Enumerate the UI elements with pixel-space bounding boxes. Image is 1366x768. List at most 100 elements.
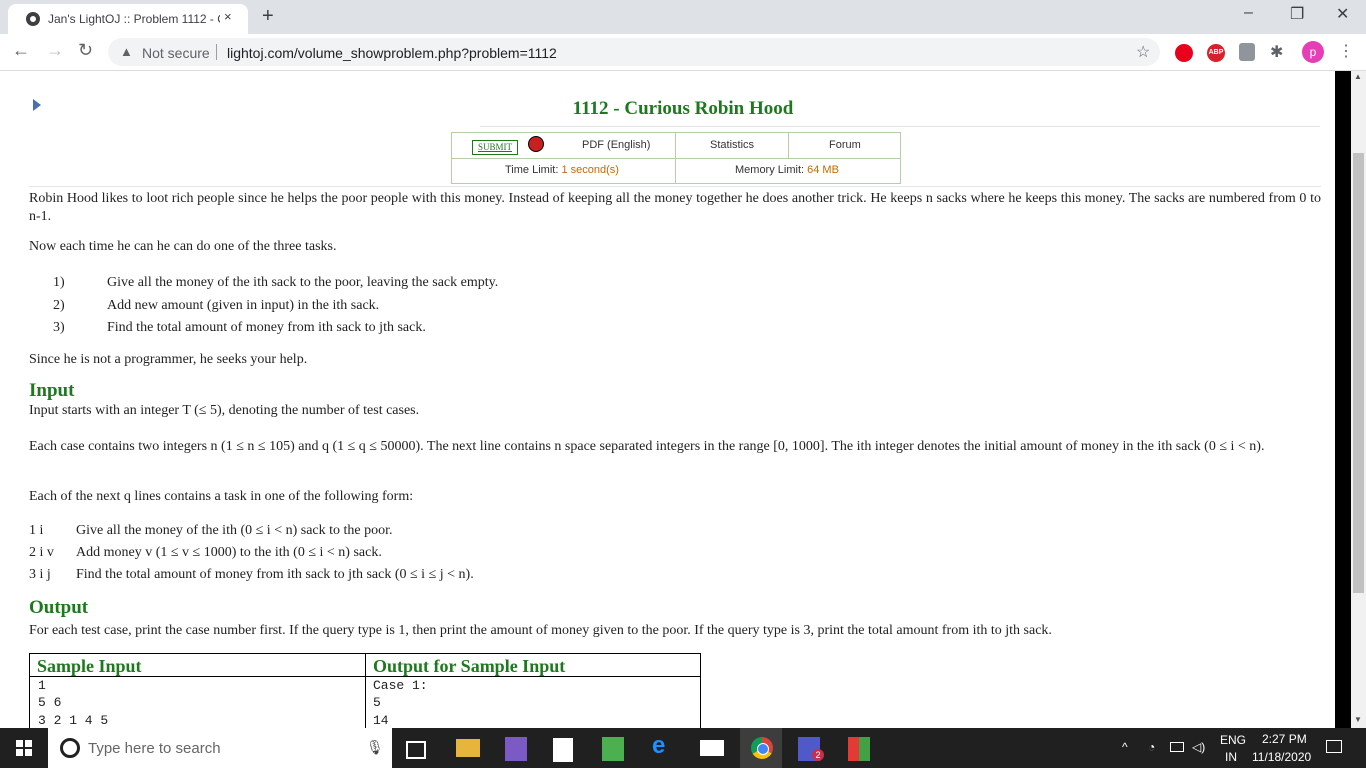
help-text: Since he is not a programmer, he seeks y… xyxy=(29,352,308,367)
sample-input-header: Sample Input xyxy=(37,656,142,676)
info-divider xyxy=(788,133,789,158)
teams-icon[interactable]: 2 xyxy=(798,737,824,761)
teams-badge: 2 xyxy=(812,749,824,761)
vertical-scrollbar[interactable]: ▲ ▼ xyxy=(1351,71,1366,728)
notification-icon[interactable] xyxy=(1326,740,1342,753)
output-line-1: For each test case, print the case numbe… xyxy=(29,623,1052,638)
chrome-taskbar-active[interactable] xyxy=(740,728,782,768)
maximize-button[interactable]: ❐ xyxy=(1290,4,1304,24)
time-limit-value: 1 second(s) xyxy=(561,164,619,176)
reload-button[interactable]: ↻ xyxy=(78,40,93,61)
tab-strip: Jan's LightOJ :: Problem 1112 - C × + – … xyxy=(0,0,1366,34)
minimize-button[interactable]: – xyxy=(1244,4,1253,22)
edge-browser-icon[interactable]: e xyxy=(652,732,676,759)
tab-title: Jan's LightOJ :: Problem 1112 - C xyxy=(48,12,220,26)
input-line-2: Each case contains two integers n (1 ≤ n… xyxy=(29,439,1265,454)
browser-menu-icon[interactable]: ⋮ xyxy=(1338,41,1354,61)
input-heading: Input xyxy=(29,380,75,401)
memory-limit-value: 64 MB xyxy=(807,164,839,176)
task-view-icon[interactable] xyxy=(406,741,426,759)
notepad-plus-icon[interactable] xyxy=(602,737,624,761)
clock-date[interactable]: 11/18/2020 xyxy=(1252,750,1311,764)
app-grid-icon[interactable] xyxy=(848,737,870,761)
form-text: Find the total amount of money from ith … xyxy=(76,567,474,582)
submit-button[interactable]: SUBMIT xyxy=(472,140,518,155)
pdf-link[interactable]: PDF (English) xyxy=(582,139,650,151)
output-heading: Output xyxy=(29,597,89,618)
task-number: 1) xyxy=(53,275,65,290)
battery-icon[interactable] xyxy=(1170,742,1184,752)
info-divider xyxy=(452,158,900,159)
omnibox-divider xyxy=(216,44,217,60)
volume-icon[interactable]: ◁) xyxy=(1192,740,1205,754)
cortana-circle-icon xyxy=(60,738,80,758)
site-favicon-icon xyxy=(26,12,40,26)
forward-button[interactable]: → xyxy=(46,40,64,61)
visual-studio-icon[interactable] xyxy=(505,737,527,761)
stop-extension-icon[interactable] xyxy=(1175,44,1193,62)
sample-header-divider xyxy=(30,676,700,677)
tab-close-icon[interactable]: × xyxy=(224,9,232,24)
language-bottom[interactable]: IN xyxy=(1225,750,1237,764)
statistics-link[interactable]: Statistics xyxy=(710,139,754,151)
windows-start-icon[interactable] xyxy=(16,740,32,756)
input-line-3: Each of the next q lines contains a task… xyxy=(29,489,414,504)
network-icon[interactable]: ◔ xyxy=(1148,740,1155,754)
form-code: 1 i xyxy=(29,523,44,538)
file-explorer-icon[interactable] xyxy=(456,739,480,757)
sample-output-line: Case 1: xyxy=(373,678,428,693)
extensions-puzzle-icon[interactable]: ✱ xyxy=(1270,42,1288,61)
language-top[interactable]: ENG xyxy=(1220,733,1246,747)
statement-intro: Robin Hood likes to loot rich people sin… xyxy=(29,191,1321,224)
task-text: Give all the money of the ith sack to th… xyxy=(107,275,499,290)
sample-input-line: 5 6 xyxy=(38,695,62,710)
browser-tab[interactable]: Jan's LightOJ :: Problem 1112 - C × xyxy=(8,4,248,34)
form-code: 3 i j xyxy=(29,567,51,582)
bookmark-star-icon[interactable]: ☆ xyxy=(1136,42,1150,62)
tasks-intro: Now each time he can he can do one of th… xyxy=(29,239,337,254)
back-button[interactable]: ← xyxy=(12,40,30,61)
sample-column-divider xyxy=(365,654,366,728)
task-text: Find the total amount of money from ith … xyxy=(107,320,426,335)
form-text: Add money v (1 ≤ v ≤ 1000) to the ith (0… xyxy=(76,545,382,560)
sample-output-line: 5 xyxy=(373,695,381,710)
close-window-button[interactable]: ✕ xyxy=(1336,4,1349,24)
page-viewport: 1112 - Curious Robin Hood SUBMIT PDF (En… xyxy=(0,71,1351,728)
windows-taskbar: Type here to search 🎙 e 2 ^ ◔ ◁) ENG IN … xyxy=(0,728,1366,768)
task-number: 3) xyxy=(53,320,65,335)
input-line-1: Input starts with an integer T (≤ 5), de… xyxy=(29,403,420,418)
sample-output-header: Output for Sample Input xyxy=(373,656,566,676)
tray-chevron-icon[interactable]: ^ xyxy=(1122,740,1128,754)
problem-title: 1112 - Curious Robin Hood xyxy=(572,98,794,119)
problem-info-box: SUBMIT PDF (English) Statistics Forum Ti… xyxy=(451,132,901,184)
forum-link[interactable]: Forum xyxy=(829,139,861,151)
taskbar-search-box[interactable]: Type here to search 🎙 xyxy=(48,728,392,768)
clock-time[interactable]: 2:27 PM xyxy=(1262,732,1307,746)
form-text: Give all the money of the ith (0 ≤ i < n… xyxy=(76,523,393,538)
task-number: 2) xyxy=(53,298,65,313)
scrollbar-thumb[interactable] xyxy=(1353,153,1364,593)
time-limit-label: Time Limit: xyxy=(505,164,559,176)
sample-output-line: 14 xyxy=(373,713,389,728)
task-text: Add new amount (given in input) in the i… xyxy=(107,298,380,313)
chrome-icon-center xyxy=(757,743,769,755)
scroll-down-icon[interactable]: ▼ xyxy=(1354,715,1362,724)
search-placeholder: Type here to search xyxy=(88,740,221,757)
cube-extension-icon[interactable] xyxy=(1239,43,1255,61)
store-icon[interactable] xyxy=(553,738,573,762)
browser-toolbar: ← → ↻ ▲ Not secure lightoj.com/volume_sh… xyxy=(0,34,1366,71)
new-tab-button[interactable]: + xyxy=(262,5,274,28)
sample-input-line: 3 2 1 4 5 xyxy=(38,713,109,728)
statement-divider xyxy=(29,186,1321,187)
form-code: 2 i v xyxy=(29,545,54,560)
scroll-up-icon[interactable]: ▲ xyxy=(1354,72,1362,81)
mail-icon[interactable] xyxy=(700,740,724,756)
security-label[interactable]: Not secure xyxy=(142,45,210,61)
profile-avatar[interactable]: p xyxy=(1302,41,1324,63)
microphone-icon[interactable]: 🎙 xyxy=(366,739,384,756)
sample-table: Sample Input Output for Sample Input 1 5… xyxy=(29,653,701,728)
ladybug-icon xyxy=(528,136,544,152)
url-text[interactable]: lightoj.com/volume_showproblem.php?probl… xyxy=(227,45,557,61)
address-bar[interactable]: ▲ Not secure lightoj.com/volume_showprob… xyxy=(108,38,1160,66)
adblock-extension-icon[interactable]: ABP xyxy=(1207,44,1225,62)
